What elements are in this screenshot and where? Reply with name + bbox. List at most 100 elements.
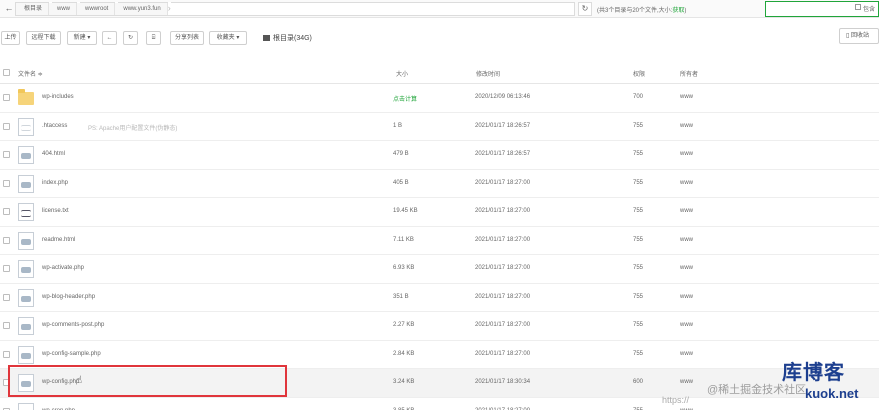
- file-permission[interactable]: 755: [633, 294, 643, 300]
- file-name[interactable]: wp-config-sample.php: [42, 351, 101, 357]
- disk-label: 根目录(34G): [273, 35, 312, 42]
- header-permission: 权限: [633, 72, 646, 78]
- breadcrumb-site[interactable]: www.yun3.fun: [115, 2, 172, 15]
- file-owner[interactable]: www: [680, 265, 693, 271]
- file-owner[interactable]: www: [680, 379, 693, 385]
- file-owner[interactable]: www: [680, 180, 693, 186]
- file-modified-time: 2021/01/17 18:26:57: [475, 122, 531, 129]
- file-permission[interactable]: 755: [633, 322, 643, 328]
- table-row[interactable]: license.txt 19.45 KB 2021/01/17 18:27:00 75…: [0, 198, 879, 227]
- file-permission[interactable]: 755: [633, 237, 643, 243]
- file-modified-time: 2021/01/17 18:27:00: [475, 208, 531, 214]
- upload-button[interactable]: 上传: [1, 31, 20, 45]
- remote-download-button[interactable]: 远程下载: [26, 31, 61, 45]
- header-filename[interactable]: 文件名 ≑: [18, 69, 43, 78]
- file-permission[interactable]: 755: [633, 265, 643, 271]
- file-owner[interactable]: www: [680, 351, 693, 357]
- file-permission[interactable]: 755: [633, 351, 643, 357]
- file-name[interactable]: wp-comments-post.php: [42, 322, 104, 328]
- file-owner[interactable]: www: [680, 322, 693, 328]
- back-arrow-icon[interactable]: ←: [3, 2, 15, 14]
- file-size[interactable]: 点击计算: [393, 94, 417, 103]
- search-subdir-checkbox[interactable]: [855, 4, 861, 10]
- file-size: 7.11 KB: [393, 236, 414, 243]
- file-permission[interactable]: 755: [633, 180, 643, 186]
- file-permission[interactable]: 600: [633, 379, 643, 385]
- row-checkbox[interactable]: [3, 265, 10, 272]
- table-row[interactable]: wp-includes 点击计算 2020/12/09 06:13:46 700 www: [0, 84, 879, 113]
- file-permission[interactable]: 755: [633, 151, 643, 157]
- file-name[interactable]: .htaccess: [42, 123, 67, 129]
- row-checkbox[interactable]: [3, 94, 10, 101]
- code-file-icon: [18, 146, 34, 164]
- file-name[interactable]: readme.html: [42, 237, 75, 243]
- select-all-checkbox[interactable]: [3, 69, 10, 76]
- file-owner[interactable]: www: [680, 94, 693, 100]
- search-input[interactable]: [765, 1, 879, 17]
- file-owner[interactable]: www: [680, 237, 693, 243]
- file-owner[interactable]: www: [680, 151, 693, 157]
- watermark-community: @稀土掘金技术社区: [707, 384, 807, 396]
- file-name[interactable]: wp-includes: [42, 94, 74, 100]
- row-checkbox[interactable]: [3, 293, 10, 301]
- share-list-button[interactable]: 分享列表: [170, 31, 204, 45]
- recycle-bin-button[interactable]: ▯ 回收站: [839, 28, 879, 44]
- row-checkbox[interactable]: [3, 236, 10, 244]
- dir-summary: (共3个目录与20个文件,大小:获取): [597, 5, 686, 14]
- breadcrumb-wwwroot[interactable]: wwwroot: [77, 2, 119, 15]
- path-refresh-button[interactable]: ↻: [578, 2, 592, 16]
- header-size[interactable]: 大小: [396, 69, 408, 78]
- breadcrumb-www[interactable]: www: [49, 2, 81, 15]
- terminal-button[interactable]: ⌸: [146, 31, 161, 45]
- file-owner[interactable]: www: [680, 123, 693, 129]
- file-size: 351 B: [393, 293, 409, 300]
- table-row[interactable]: readme.html 7.11 KB 2021/01/17 18:27:00 755…: [0, 227, 879, 255]
- file-permission[interactable]: 700: [633, 94, 643, 100]
- file-name[interactable]: 404.html: [42, 151, 65, 157]
- code-file-icon: [18, 231, 34, 250]
- file-owner[interactable]: www: [680, 294, 693, 300]
- favorites-dropdown-button[interactable]: 收藏夹 ▾: [209, 31, 247, 45]
- file-modified-time: 2021/01/17 18:26:57: [475, 151, 531, 157]
- file-name[interactable]: license.txt: [42, 208, 69, 214]
- code-file-icon: [18, 174, 34, 193]
- row-checkbox[interactable]: [3, 151, 10, 158]
- file-remark: PS: Apache用户配置文件(伪静态): [88, 125, 178, 132]
- table-row[interactable]: wp-activate.php 6.93 KB 2021/01/17 18:27:0…: [0, 255, 879, 284]
- table-row[interactable]: wp-comments-post.php 2.27 KB 2021/01/17 18…: [0, 312, 879, 341]
- code-file-icon: [18, 345, 34, 364]
- summary-end: ): [684, 8, 687, 14]
- file-permission[interactable]: 755: [633, 123, 643, 129]
- file-name[interactable]: wp-activate.php: [42, 265, 84, 271]
- file-name[interactable]: wp-blog-header.php: [42, 294, 95, 300]
- row-checkbox[interactable]: [3, 322, 10, 329]
- row-checkbox[interactable]: [3, 179, 10, 187]
- mouse-cursor-icon: ☝: [76, 375, 83, 386]
- breadcrumb[interactable]: 根目录 www wwwroot www.yun3.fun: [15, 2, 575, 16]
- refresh-button[interactable]: ↻: [123, 31, 138, 45]
- table-row[interactable]: wp-cron.php3.85 KB2021/01/17 18:27:00755…: [0, 398, 879, 410]
- code-file-icon: [18, 317, 34, 335]
- back-button[interactable]: ←: [102, 31, 117, 45]
- header-owner: 所有者: [680, 72, 699, 78]
- table-row[interactable]: .htaccess PS: Apache用户配置文件(伪静态) 1 B 2021/01…: [0, 113, 879, 141]
- file-size: 19.45 KB: [393, 208, 418, 214]
- summary-get-link[interactable]: 获取: [672, 8, 684, 14]
- code-file-icon: [18, 288, 34, 307]
- table-row[interactable]: 404.html 479 B 2021/01/17 18:26:57 755 www: [0, 141, 879, 170]
- recycle-bin-label: 回收站: [850, 33, 869, 39]
- breadcrumb-root[interactable]: 根目录: [16, 2, 53, 15]
- row-checkbox[interactable]: [3, 350, 10, 358]
- row-checkbox[interactable]: [3, 122, 10, 130]
- table-row[interactable]: index.php 405 B 2021/01/17 18:27:00 755 www: [0, 170, 879, 198]
- file-permission[interactable]: 755: [633, 208, 643, 214]
- header-modified-time[interactable]: 修改时间: [476, 69, 500, 78]
- file-owner[interactable]: www: [680, 208, 693, 214]
- row-checkbox[interactable]: [3, 208, 10, 215]
- file-modified-time: 2021/01/17 18:27:00: [475, 236, 531, 243]
- table-row[interactable]: wp-blog-header.php 351 B 2021/01/17 18:27:…: [0, 284, 879, 312]
- file-table-header: 文件名 ≑ 大小 修改时间 权限 所有者: [0, 62, 879, 84]
- new-dropdown-button[interactable]: 新建 ▾: [67, 31, 97, 45]
- text-file-icon: [18, 203, 34, 221]
- file-name[interactable]: index.php: [42, 180, 68, 186]
